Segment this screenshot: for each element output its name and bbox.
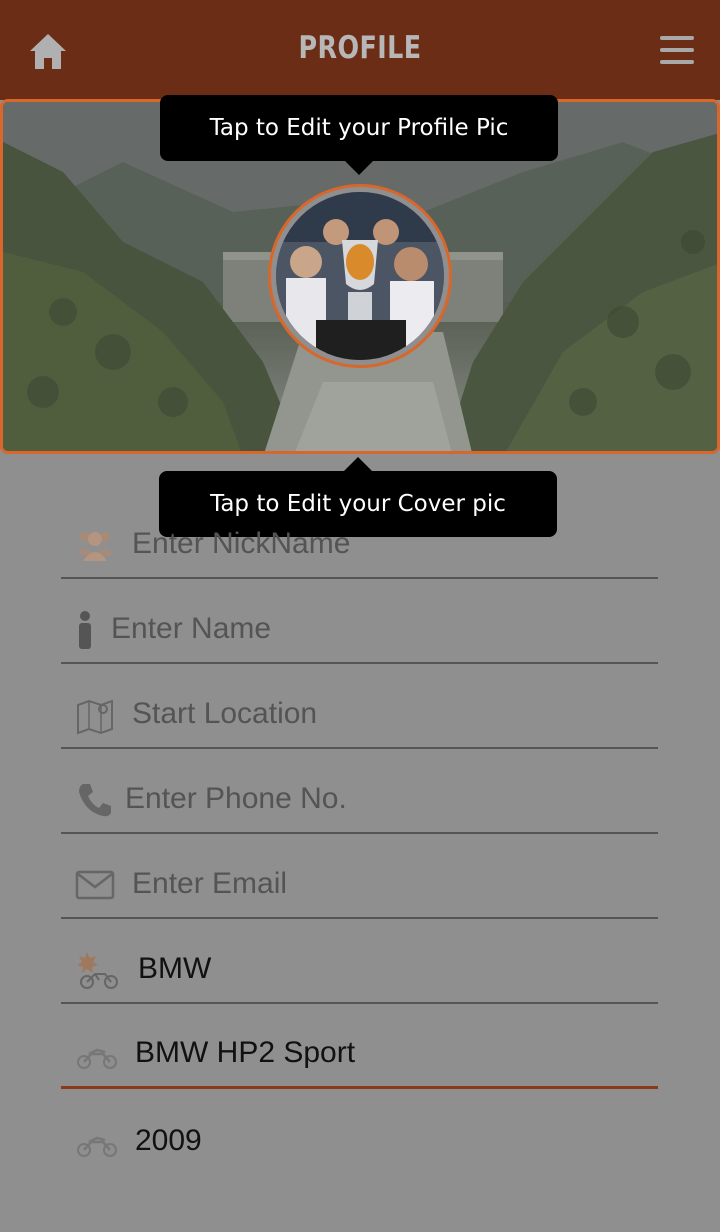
profile-picture-image xyxy=(276,192,444,360)
brand-field[interactable]: BMW xyxy=(61,919,658,1004)
model-value[interactable]: BMW HP2 Sport xyxy=(135,1036,355,1070)
phone-icon xyxy=(79,784,111,817)
location-field[interactable]: Start Location xyxy=(61,664,658,749)
person-icon xyxy=(79,611,91,649)
phone-field[interactable]: Enter Phone No. xyxy=(61,749,658,834)
hamburger-icon xyxy=(660,36,694,40)
group-icon xyxy=(77,532,113,561)
map-icon xyxy=(77,699,113,735)
year-value[interactable]: 2009 xyxy=(135,1124,202,1158)
name-field[interactable]: Enter Name xyxy=(61,579,658,664)
app-header: PROFILE xyxy=(0,0,720,100)
brand-value[interactable]: BMW xyxy=(138,952,211,986)
home-icon xyxy=(30,34,66,69)
motorcycle-icon xyxy=(77,1048,117,1069)
email-input[interactable]: Enter Email xyxy=(132,867,287,901)
nickname-field[interactable]: Enter NickName xyxy=(61,494,658,579)
motorcycle-brand-icon xyxy=(77,952,118,989)
envelope-icon xyxy=(75,870,115,900)
profile-pic-tooltip: Tap to Edit your Profile Pic xyxy=(160,95,558,175)
email-field[interactable]: Enter Email xyxy=(61,834,658,919)
year-field[interactable]: 2009 xyxy=(61,1089,658,1174)
menu-button[interactable] xyxy=(660,36,696,66)
location-input[interactable]: Start Location xyxy=(132,697,317,731)
nickname-input[interactable]: Enter NickName xyxy=(132,527,350,561)
motorcycle-icon xyxy=(77,1136,117,1157)
home-button[interactable] xyxy=(26,30,70,74)
profile-avatar[interactable] xyxy=(268,184,452,368)
model-field[interactable]: BMW HP2 Sport xyxy=(61,1004,658,1089)
name-input[interactable]: Enter Name xyxy=(111,612,271,646)
page-title: PROFILE xyxy=(298,30,422,66)
phone-input[interactable]: Enter Phone No. xyxy=(125,782,347,816)
